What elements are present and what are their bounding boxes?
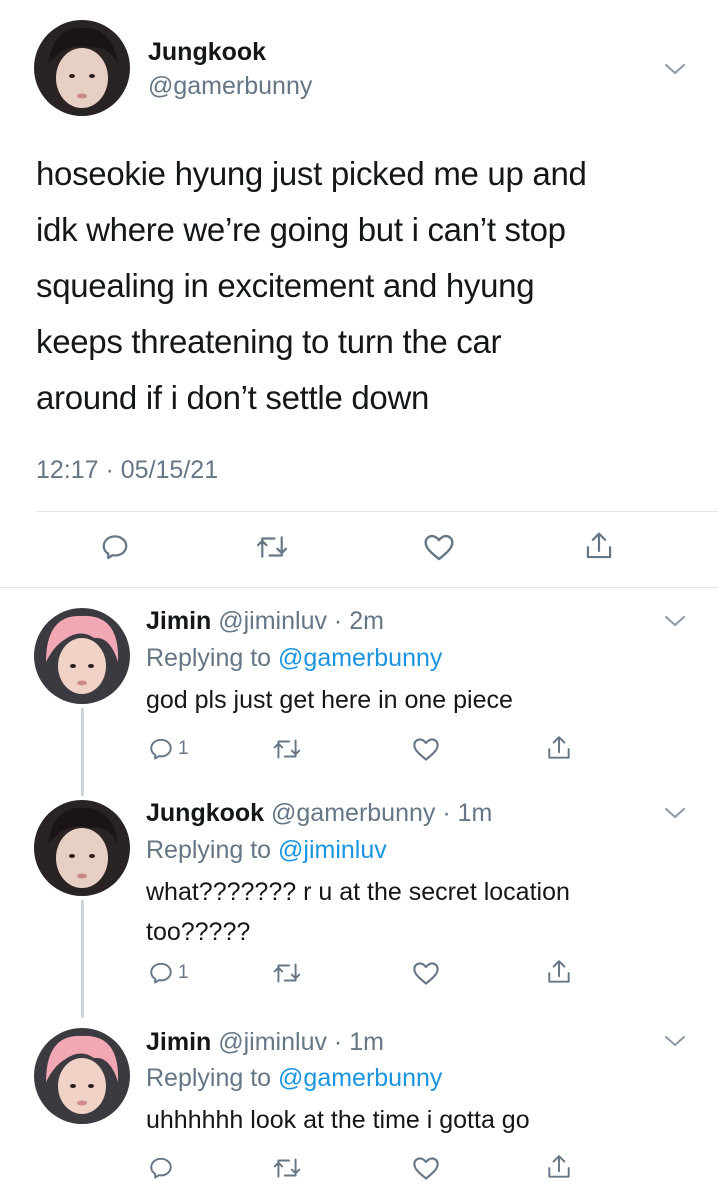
tweet-text-line: idk where we’re going but i can’t stop: [36, 211, 566, 248]
reply-tweet: Jungkook @gamerbunny · 1m Replying to @j…: [0, 780, 718, 1020]
replying-prefix: Replying to: [146, 836, 279, 864]
divider: [36, 511, 718, 512]
reply-icon[interactable]: [148, 960, 174, 986]
chevron-down-icon[interactable]: [664, 1034, 686, 1048]
replying-to-link[interactable]: @gamerbunny: [278, 1064, 442, 1092]
replying-prefix: Replying to: [146, 644, 279, 672]
reply-tweet: Jimin @jiminluv · 2m Replying to @gamerb…: [0, 588, 718, 788]
reply-count: 1: [178, 738, 189, 759]
share-icon[interactable]: [584, 530, 614, 562]
reply-header: Jimin @jiminluv · 1m: [146, 1028, 384, 1057]
share-icon[interactable]: [546, 734, 572, 762]
reply-count: 1: [178, 962, 189, 983]
avatar-photo-jungkook: [34, 20, 130, 116]
jimin-avatar[interactable]: [34, 608, 130, 704]
author-name[interactable]: Jungkook: [148, 38, 266, 67]
tweet-text: hoseokie hyung just picked me up and idk…: [36, 146, 696, 426]
chevron-down-icon[interactable]: [664, 614, 686, 628]
replying-to: Replying to @jiminluv: [146, 836, 387, 865]
jungkook-avatar[interactable]: [34, 20, 130, 116]
tweet-text-line: around if i don’t settle down: [36, 379, 430, 416]
like-icon[interactable]: [423, 532, 455, 562]
chevron-down-icon[interactable]: [664, 806, 686, 820]
retweet-icon[interactable]: [272, 736, 302, 762]
chevron-down-icon[interactable]: [664, 62, 686, 76]
reply-author-name[interactable]: Jimin: [146, 1028, 211, 1056]
avatar-photo-jimin: [34, 608, 130, 704]
replying-to-link[interactable]: @gamerbunny: [278, 644, 442, 672]
like-icon[interactable]: [412, 960, 440, 986]
retweet-icon[interactable]: [272, 960, 302, 986]
like-icon[interactable]: [412, 736, 440, 762]
reply-text: what??????? r u at the secret location t…: [146, 878, 570, 946]
share-icon[interactable]: [546, 1153, 572, 1181]
share-icon[interactable]: [546, 958, 572, 986]
reply-author-name[interactable]: Jungkook: [146, 799, 264, 827]
reply-handle-time[interactable]: @gamerbunny · 1m: [264, 799, 492, 827]
reply-author-name[interactable]: Jimin: [146, 607, 211, 635]
main-tweet: Jungkook @gamerbunny hoseokie hyung just…: [0, 0, 718, 588]
reply-header: Jimin @jiminluv · 2m: [146, 607, 384, 636]
tweet-text-line: keeps threatening to turn the car: [36, 323, 502, 360]
retweet-icon[interactable]: [255, 532, 289, 562]
jimin-avatar[interactable]: [34, 1028, 130, 1124]
author-handle[interactable]: @gamerbunny: [148, 72, 312, 101]
reply-text: uhhhhhh look at the time i gotta go: [146, 1106, 530, 1134]
reply-header: Jungkook @gamerbunny · 1m: [146, 799, 492, 828]
replying-prefix: Replying to: [146, 1064, 279, 1092]
avatar-photo-jimin: [34, 1028, 130, 1124]
reply-handle-time[interactable]: @jiminluv · 2m: [211, 607, 384, 635]
reply-tweet: Jimin @jiminluv · 1m Replying to @gamerb…: [0, 1010, 718, 1200]
reply-text: god pls just get here in one piece: [146, 686, 513, 714]
avatar-photo-jungkook: [34, 800, 130, 896]
reply-icon[interactable]: [148, 1155, 174, 1181]
reply-icon[interactable]: [100, 532, 130, 562]
reply-icon[interactable]: [148, 736, 174, 762]
retweet-icon[interactable]: [272, 1155, 302, 1181]
reply-handle-time[interactable]: @jiminluv · 1m: [211, 1028, 384, 1056]
tweet-timestamp[interactable]: 12:17 · 05/15/21: [36, 456, 218, 485]
tweet-text-line: squealing in excitement and hyung: [36, 267, 535, 304]
jungkook-avatar[interactable]: [34, 800, 130, 896]
replying-to: Replying to @gamerbunny: [146, 1064, 442, 1093]
replying-to: Replying to @gamerbunny: [146, 644, 442, 673]
tweet-text-line: hoseokie hyung just picked me up and: [36, 155, 587, 192]
replying-to-link[interactable]: @jiminluv: [278, 836, 387, 864]
like-icon[interactable]: [412, 1155, 440, 1181]
